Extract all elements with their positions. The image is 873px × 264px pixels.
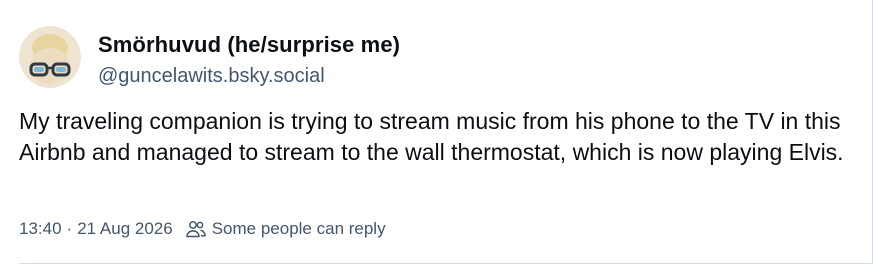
avatar-glasses-icon [19, 26, 81, 88]
post-text: My traveling companion is trying to stre… [19, 108, 844, 165]
post-header: Smörhuvud (he/surprise me) @guncelawits.… [19, 26, 400, 90]
post-meta: 13:40 · 21 Aug 2026 Some people can repl… [19, 219, 386, 239]
author-display-name[interactable]: Smörhuvud (he/surprise me) [98, 30, 400, 60]
author-names: Smörhuvud (he/surprise me) @guncelawits.… [98, 26, 400, 90]
post-card: Smörhuvud (he/surprise me) @guncelawits.… [0, 0, 873, 264]
meta-separator: · [66, 219, 73, 238]
author-handle[interactable]: @guncelawits.bsky.social [98, 62, 400, 90]
avatar[interactable] [19, 26, 81, 88]
people-icon [185, 220, 206, 238]
post-date[interactable]: 21 Aug 2026 [77, 219, 172, 239]
reply-setting[interactable]: Some people can reply [212, 219, 386, 239]
post-time[interactable]: 13:40 [19, 219, 62, 239]
